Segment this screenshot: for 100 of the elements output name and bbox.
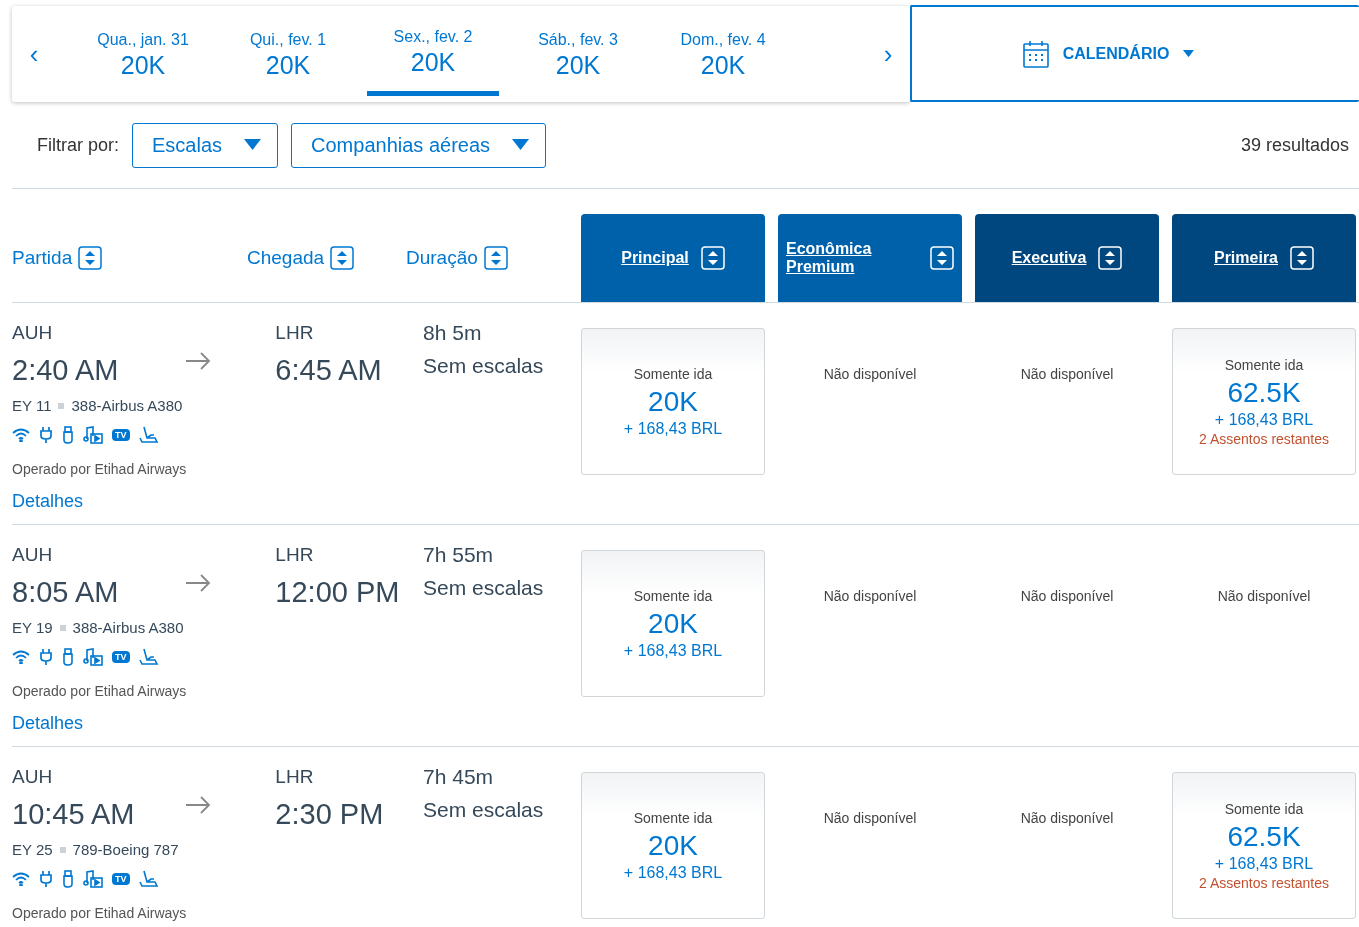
- plug-icon: [39, 870, 53, 888]
- date-tab[interactable]: Sáb., fev. 3 20K: [512, 6, 644, 96]
- wifi-icon: [12, 428, 30, 442]
- filter-label: Filtrar por:: [37, 134, 119, 156]
- fare-card[interactable]: Somente ida 20K + 168,43 BRL: [581, 328, 765, 475]
- fare-miles: 20K: [648, 829, 698, 862]
- usb-icon: [62, 648, 74, 666]
- plug-icon: [39, 648, 53, 666]
- seat-icon: [138, 648, 159, 666]
- unavailable-text: Não disponível: [823, 366, 917, 384]
- next-button[interactable]: ›: [866, 38, 910, 70]
- unavailable-text: Não disponível: [1217, 588, 1311, 606]
- duration: 7h 45m: [423, 766, 495, 788]
- fare-miles: 62.5K: [1227, 376, 1301, 409]
- calendar-icon: [1022, 39, 1049, 68]
- fare-card[interactable]: Somente ida 62.5K + 168,43 BRL 2 Assentos restantes: [1172, 772, 1356, 919]
- music-video-icon: [83, 648, 103, 666]
- sort-icon: [1098, 246, 1123, 270]
- unavailable-text: Não disponível: [1020, 810, 1114, 828]
- fare-card[interactable]: Somente ida 20K + 168,43 BRL: [581, 550, 765, 697]
- wifi-icon: [12, 650, 30, 664]
- date-tab[interactable]: Sex., fev. 2 20K: [367, 6, 499, 96]
- separator-icon: [59, 846, 66, 853]
- unavailable-text: Não disponível: [1020, 366, 1114, 384]
- caret-icon: [244, 139, 262, 151]
- unavailable-text: Não disponível: [823, 810, 917, 828]
- fare-type: Somente ida: [633, 365, 713, 382]
- arrival-time: 6:45 AM: [275, 354, 383, 387]
- previous-button[interactable]: ‹: [12, 38, 56, 70]
- fare-card[interactable]: Somente ida 62.5K + 168,43 BRL 2 Assentos restantes: [1172, 328, 1356, 475]
- aircraft: 789-Boeing 787: [72, 841, 179, 858]
- wifi-icon: [12, 872, 30, 886]
- aircraft: 388-Airbus A380: [71, 397, 183, 414]
- arrival-time: 2:30 PM: [275, 798, 385, 831]
- seat-icon: [138, 870, 159, 888]
- unavailable-text: Não disponível: [1020, 588, 1114, 606]
- date-tab[interactable]: Qua., jan. 31 20K: [77, 6, 209, 96]
- seats-remaining: 2 Assentos restantes: [1199, 430, 1329, 447]
- fare-fee: + 168,43 BRL: [623, 419, 723, 438]
- departure-time: 8:05 AM: [12, 576, 120, 609]
- results-count: 39 resultados: [1240, 134, 1349, 156]
- filter-dropdown[interactable]: Companhias aéreas: [291, 122, 547, 168]
- departure-time: 10:45 AM: [12, 798, 136, 831]
- seats-remaining: 2 Assentos restantes: [1199, 874, 1329, 891]
- filter-dropdown[interactable]: Escalas: [132, 122, 279, 168]
- sort-icon: [330, 246, 355, 270]
- duration: 7h 55m: [423, 544, 495, 566]
- fare-miles: 20K: [648, 385, 698, 418]
- stops: Sem escalas: [423, 799, 545, 821]
- fare-fee: + 168,43 BRL: [1214, 410, 1314, 429]
- destination-code: LHR: [275, 766, 315, 788]
- fare-type: Somente ida: [633, 809, 713, 826]
- destination-code: LHR: [275, 322, 315, 344]
- flight-number: EY 25: [12, 841, 53, 858]
- unavailable-text: Não disponível: [823, 588, 917, 606]
- sort-icon: [78, 246, 103, 270]
- operator: Operado por Etihad Airways: [12, 462, 188, 477]
- fare-fee: + 168,43 BRL: [1214, 854, 1314, 873]
- sort-icon: [483, 246, 508, 270]
- plug-icon: [39, 426, 53, 444]
- fare-type: Somente ida: [633, 587, 713, 604]
- fare-type: Somente ida: [1224, 800, 1304, 817]
- column-header[interactable]: Partida: [12, 246, 247, 270]
- flight-number: EY 19: [12, 619, 53, 636]
- arrow-icon: [185, 574, 212, 592]
- date-tab[interactable]: Dom., fev. 4 20K: [657, 6, 789, 96]
- calendar-button[interactable]: CALENDÁRIO: [910, 5, 1359, 102]
- music-video-icon: [83, 870, 103, 888]
- tv-icon: TV: [112, 429, 130, 441]
- fare-fee: + 168,43 BRL: [623, 641, 723, 660]
- music-video-icon: [83, 426, 103, 444]
- operator: Operado por Etihad Airways: [12, 906, 188, 921]
- fare-miles: 62.5K: [1227, 820, 1301, 853]
- column-header[interactable]: Chegada: [247, 246, 406, 270]
- origin-code: AUH: [12, 322, 54, 344]
- cabin-header[interactable]: Primeira: [1172, 214, 1356, 302]
- column-header[interactable]: Duração: [406, 246, 581, 270]
- usb-icon: [62, 426, 74, 444]
- details-link[interactable]: Detalhes: [12, 713, 84, 734]
- sort-icon: [700, 246, 725, 270]
- sort-icon: [1290, 246, 1314, 270]
- duration: 8h 5m: [423, 322, 483, 344]
- origin-code: AUH: [12, 544, 54, 566]
- sort-icon: [930, 246, 954, 270]
- seat-icon: [138, 426, 159, 444]
- fare-card[interactable]: Somente ida 20K + 168,43 BRL: [581, 772, 765, 919]
- fare-type: Somente ida: [1224, 356, 1304, 373]
- cabin-header[interactable]: Principal: [581, 214, 765, 302]
- caret-icon: [1183, 49, 1195, 58]
- cabin-header[interactable]: Econômica Premium: [778, 214, 962, 302]
- cabin-header[interactable]: Executiva: [975, 214, 1159, 302]
- date-tab[interactable]: Qui., fev. 1 20K: [222, 6, 354, 96]
- operator: Operado por Etihad Airways: [12, 684, 188, 699]
- tv-icon: TV: [112, 651, 130, 663]
- stops: Sem escalas: [423, 355, 545, 377]
- flight-number: EY 11: [12, 397, 52, 414]
- arrow-icon: [185, 796, 212, 814]
- details-link[interactable]: Detalhes: [12, 491, 84, 512]
- destination-code: LHR: [275, 544, 315, 566]
- separator-icon: [59, 624, 66, 631]
